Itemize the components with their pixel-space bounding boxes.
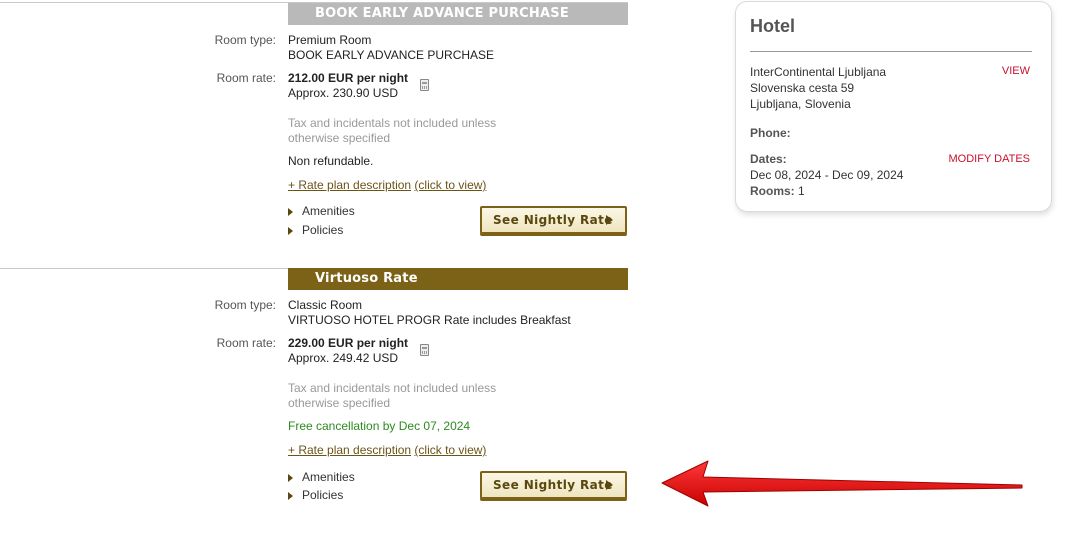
triangle-right-icon: [288, 491, 293, 500]
nightly-price: 212.00 EUR per night: [288, 71, 409, 85]
hotel-summary-card: Hotel InterContinental Ljubljana Slovens…: [735, 1, 1052, 212]
policies-label: Policies: [302, 223, 344, 237]
triangle-right-icon: [288, 226, 293, 235]
see-nightly-rate-label: See Nightly Rate: [493, 213, 613, 227]
rate-plan-description[interactable]: + Rate plan description (click to view): [288, 443, 486, 458]
amenities-toggle[interactable]: Amenities: [288, 204, 355, 218]
room-rate-label: Room rate:: [216, 336, 276, 350]
rate-plan-header: Virtuoso Rate: [288, 268, 628, 290]
hotel-address: InterContinental Ljubljana Slovenska ces…: [750, 64, 886, 112]
room-description: VIRTUOSO HOTEL PROGR Rate includes Break…: [288, 313, 571, 327]
amenities-label: Amenities: [302, 204, 355, 218]
hotel-city: Ljubljana, Slovenia: [750, 97, 851, 111]
tax-note-line: Tax and incidentals not included unless: [288, 381, 497, 395]
room-rate-label: Room rate:: [216, 71, 276, 85]
rate-plan-description[interactable]: + Rate plan description (click to view): [288, 178, 486, 193]
rate-plan-header: BOOK EARLY ADVANCE PURCHASE: [288, 3, 628, 25]
click-to-view-link[interactable]: (click to view): [414, 178, 486, 192]
modify-dates-link[interactable]: MODIFY DATES: [949, 153, 1031, 165]
see-nightly-rate-label: See Nightly Rate: [493, 478, 613, 492]
tax-note-line: otherwise specified: [288, 396, 391, 410]
rooms-count: 1: [798, 184, 805, 198]
dates-block: Dates: Dec 08, 2024 - Dec 09, 2024 Rooms…: [750, 151, 903, 199]
play-arrow-icon: [606, 480, 613, 490]
hotel-card-title: Hotel: [750, 16, 795, 36]
amenities-label: Amenities: [302, 470, 355, 484]
policies-toggle[interactable]: Policies: [288, 223, 343, 237]
play-arrow-icon: [606, 215, 613, 225]
approx-price: Approx. 230.90 USD: [288, 86, 399, 100]
hotel-name: InterContinental Ljubljana: [750, 65, 887, 79]
dates-label: Dates:: [750, 152, 787, 166]
rooms-line: Rooms: 1: [750, 183, 903, 199]
room-type-label: Room type:: [214, 298, 276, 312]
tax-note-line: otherwise specified: [288, 131, 391, 145]
tax-note: Tax and incidentals not included unless …: [288, 381, 496, 411]
rate-plan-description-link[interactable]: + Rate plan description: [288, 443, 411, 457]
rooms-label: Rooms:: [750, 184, 795, 198]
room-type-value: Premium Room BOOK EARLY ADVANCE PURCHASE: [288, 33, 494, 63]
cancellation-policy: Non refundable.: [288, 154, 374, 168]
calculator-icon[interactable]: [420, 344, 429, 356]
amenities-toggle[interactable]: Amenities: [288, 470, 355, 484]
room-description: BOOK EARLY ADVANCE PURCHASE: [288, 48, 495, 62]
room-rate-value: 212.00 EUR per night Approx. 230.90 USD: [288, 71, 408, 101]
tax-note-line: Tax and incidentals not included unless: [288, 116, 497, 130]
policies-label: Policies: [302, 488, 344, 502]
stay-dates: Dec 08, 2024 - Dec 09, 2024: [750, 168, 904, 182]
view-hotel-link[interactable]: VIEW: [1002, 65, 1030, 77]
nightly-price: 229.00 EUR per night: [288, 336, 409, 350]
cancellation-policy: Free cancellation by Dec 07, 2024: [288, 419, 471, 433]
calculator-icon[interactable]: [420, 79, 429, 91]
phone-label: Phone:: [750, 126, 791, 140]
approx-price: Approx. 249.42 USD: [288, 351, 399, 365]
click-to-view-link[interactable]: (click to view): [414, 443, 486, 457]
rate-plan-description-link[interactable]: + Rate plan description: [288, 178, 411, 192]
tax-note: Tax and incidentals not included unless …: [288, 116, 496, 146]
hotel-street: Slovenska cesta 59: [750, 81, 855, 95]
policies-toggle[interactable]: Policies: [288, 488, 343, 502]
room-type-value: Classic Room VIRTUOSO HOTEL PROGR Rate i…: [288, 298, 571, 328]
see-nightly-rate-button[interactable]: See Nightly Rate: [480, 206, 627, 234]
see-nightly-rate-button[interactable]: See Nightly Rate: [480, 471, 627, 499]
room-rate-value: 229.00 EUR per night Approx. 249.42 USD: [288, 336, 408, 366]
card-divider: [750, 51, 1032, 52]
triangle-right-icon: [288, 207, 293, 216]
room-type-name: Premium Room: [288, 33, 372, 47]
triangle-right-icon: [288, 473, 293, 482]
room-type-label: Room type:: [214, 33, 276, 47]
room-type-name: Classic Room: [288, 298, 363, 312]
